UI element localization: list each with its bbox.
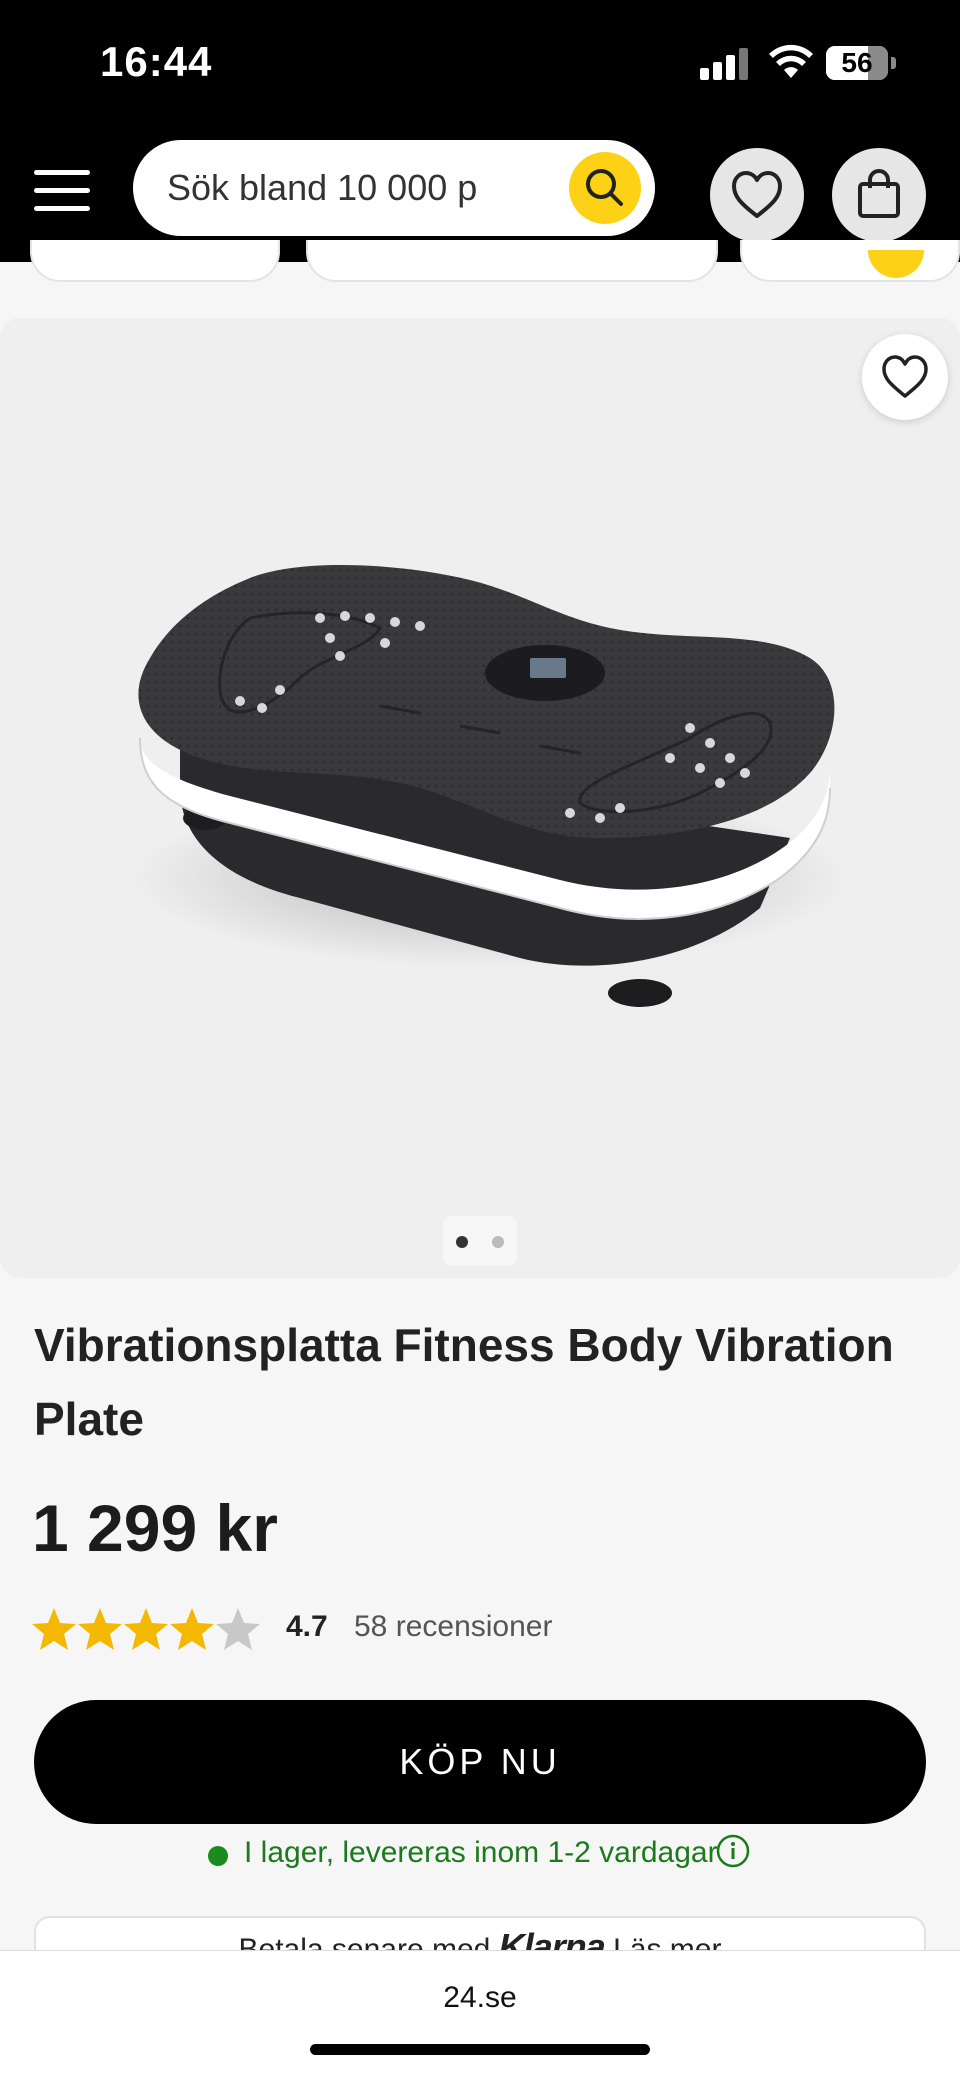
wifi-icon [769,44,813,78]
carousel-dot-active[interactable] [456,1236,468,1248]
product-image [130,565,850,1007]
product-title: Vibrationsplatta Fitness Body Vibration … [34,1319,894,1445]
search-button[interactable] [569,152,641,224]
category-pill[interactable] [306,240,718,282]
product-image-carousel[interactable] [0,318,960,1278]
hamburger-menu-icon[interactable] [34,166,90,214]
category-pill[interactable] [30,240,280,282]
rating-stars [32,1608,260,1650]
cart-button[interactable] [832,148,926,242]
url-text[interactable]: 24.se [0,1981,960,2015]
buy-now-button[interactable]: KÖP NU [34,1700,926,1824]
battery-tip [891,57,896,69]
stock-text: I lager, levereras inom 1-2 vardagar [244,1836,718,1869]
status-bar: 16:44 56 [0,0,960,128]
battery-icon: 56 [826,46,888,80]
info-icon[interactable] [716,1834,750,1868]
rating-value: 4.7 [286,1610,328,1643]
shopping-bag-icon [858,169,900,218]
category-pill[interactable] [740,240,960,282]
battery-level: 56 [841,47,873,78]
stock-status: I lager, levereras inom 1-2 vardagar [0,1834,960,1874]
heart-outline-icon [882,355,928,398]
product-price: 1 299 kr [32,1491,278,1565]
favorite-button[interactable] [862,334,948,420]
carousel-indicator [443,1216,517,1266]
review-count-link[interactable]: 58 recensioner [354,1610,552,1644]
carousel-dot[interactable] [492,1236,504,1248]
home-indicator[interactable] [310,2044,650,2055]
cellular-signal-icon [700,48,748,80]
star-icon [32,1608,214,1650]
search-icon [586,169,623,206]
status-time: 16:44 [100,38,213,85]
search-bar [133,140,655,236]
wishlist-button[interactable] [710,148,804,242]
browser-url-bar[interactable]: 24.se [0,1950,960,2078]
in-stock-dot-icon [208,1846,228,1866]
search-input[interactable] [167,140,557,236]
heart-icon [732,171,782,218]
